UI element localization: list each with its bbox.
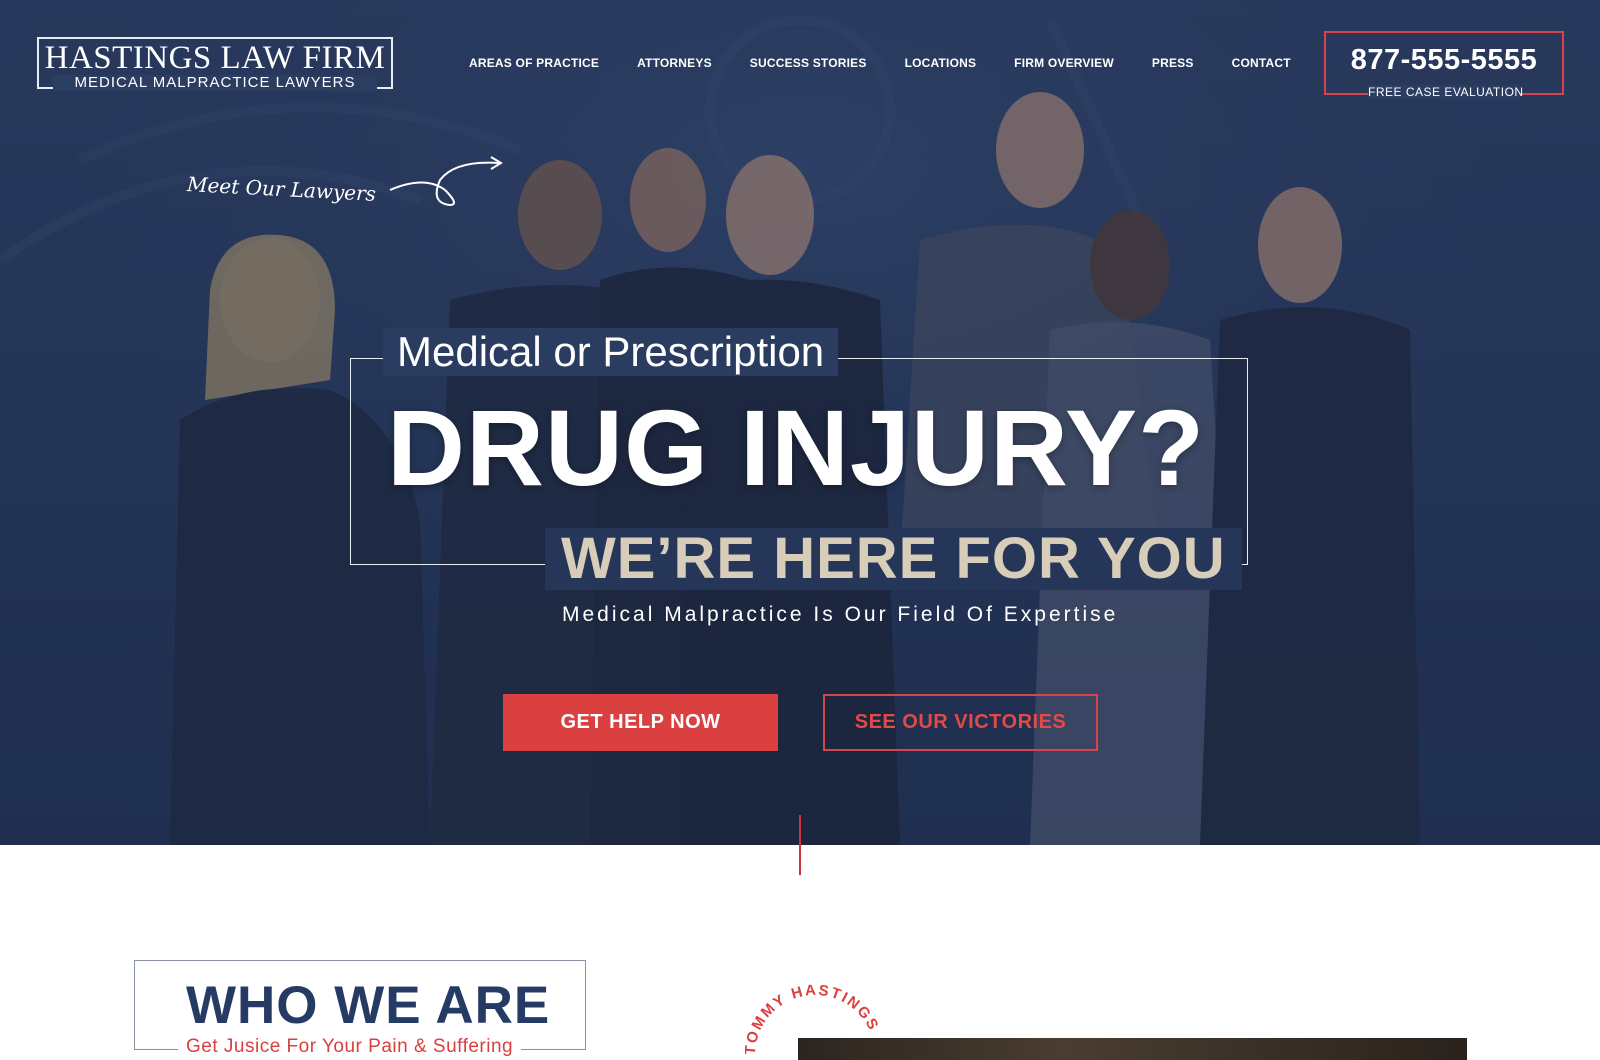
- headline-subheading: Medical or Prescription: [383, 328, 839, 376]
- nav-item-attorneys[interactable]: ATTORNEYS: [637, 56, 712, 70]
- hero-section: HASTINGS LAW FIRM MEDICAL MALPRACTICE LA…: [0, 0, 1600, 845]
- section-divider: [799, 815, 801, 875]
- who-we-are-title: WHO WE ARE: [186, 976, 551, 1035]
- headline-main: DRUG INJURY?: [387, 387, 1206, 508]
- main-nav: AREAS OF PRACTICE ATTORNEYS SUCCESS STOR…: [469, 56, 1291, 70]
- nav-item-firm-overview[interactable]: FIRM OVERVIEW: [1014, 56, 1114, 70]
- get-help-now-button[interactable]: GET HELP NOW: [503, 694, 778, 751]
- nav-item-press[interactable]: PRESS: [1152, 56, 1194, 70]
- headline-tagline: WE’RE HERE FOR YOU: [545, 528, 1242, 590]
- nav-item-success-stories[interactable]: SUCCESS STORIES: [750, 56, 867, 70]
- nav-item-areas-of-practice[interactable]: AREAS OF PRACTICE: [469, 56, 599, 70]
- logo-tagline: MEDICAL MALPRACTICE LAWYERS: [53, 75, 377, 91]
- free-case-evaluation-label: FREE CASE EVALUATION: [1368, 85, 1524, 99]
- nav-item-contact[interactable]: CONTACT: [1232, 56, 1291, 70]
- see-our-victories-button[interactable]: SEE OUR VICTORIES: [823, 694, 1098, 751]
- firm-logo[interactable]: HASTINGS LAW FIRM MEDICAL MALPRACTICE LA…: [37, 37, 393, 91]
- curly-arrow-icon: [389, 156, 503, 207]
- nav-item-locations[interactable]: LOCATIONS: [905, 56, 977, 70]
- phone-number: 877-555-5555: [1350, 44, 1538, 76]
- expertise-text: Medical Malpractice Is Our Field Of Expe…: [562, 603, 1119, 626]
- phone-cta-box[interactable]: 877-555-5555 FREE CASE EVALUATION: [1324, 31, 1564, 99]
- logo-name: HASTINGS LAW FIRM: [44, 40, 386, 76]
- who-we-are-subtitle: Get Jusice For Your Pain & Suffering: [178, 1036, 522, 1058]
- video-thumbnail[interactable]: [798, 1038, 1467, 1060]
